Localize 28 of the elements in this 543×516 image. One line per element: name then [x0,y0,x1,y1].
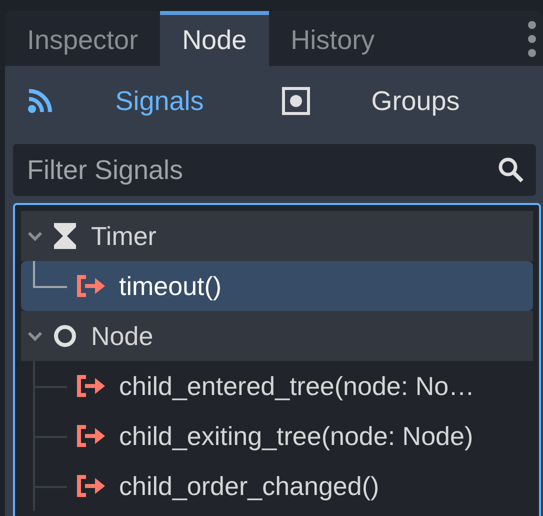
tab[interactable]: History [268,11,397,66]
tree-group-row[interactable]: Timer [21,211,533,261]
signal-label: timeout() [119,270,222,302]
signal-icon [77,424,105,448]
tree-group-row[interactable]: Node [21,311,533,361]
signal-icon [77,474,105,498]
signal-label: child_entered_tree(node: No… [119,370,475,402]
group-label: Timer [91,220,156,252]
group-label: Node [91,320,154,352]
tab[interactable]: Node [160,11,269,66]
signal-icon [77,374,105,398]
sub-tab[interactable]: Groups [274,86,529,116]
signal-icon [77,274,105,298]
signal-row[interactable]: child_order_changed() [21,461,533,511]
hourglass-icon [53,222,77,250]
sub-tab[interactable]: Signals [19,86,274,116]
signal-label: child_order_changed() [119,470,380,502]
signal-label: child_exiting_tree(node: Node) [119,420,474,452]
circle-icon [53,324,77,348]
tab[interactable]: Inspector [5,11,160,66]
chevron-icon[interactable] [27,230,43,242]
search-icon[interactable] [498,157,524,183]
more-icon[interactable] [527,18,537,58]
chevron-icon[interactable] [27,330,43,342]
rss-icon [27,88,53,114]
signal-row[interactable]: child_entered_tree(node: No… [21,361,533,411]
signal-row[interactable]: child_exiting_tree(node: Node) [21,411,533,461]
selected-signal-row[interactable]: timeout() [21,261,533,311]
